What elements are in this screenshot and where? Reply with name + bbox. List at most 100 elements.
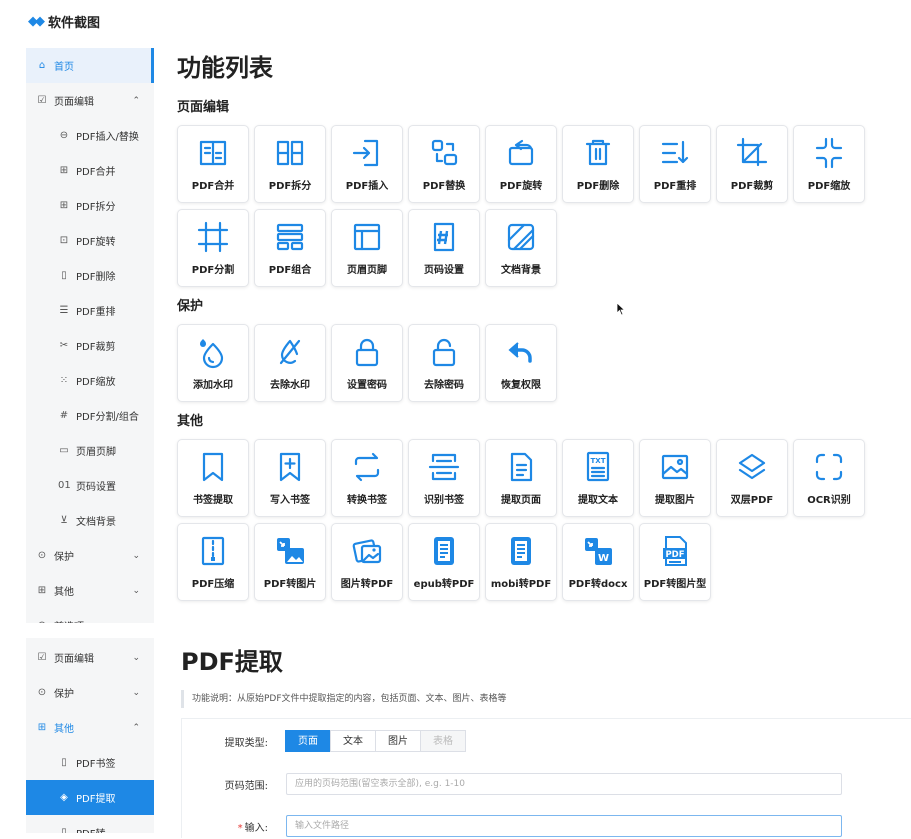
undo-icon bbox=[508, 342, 532, 363]
sidebar-item[interactable]: ⊞ 其他 ⌄ bbox=[26, 573, 154, 608]
combine-icon bbox=[276, 223, 304, 251]
function-tile[interactable]: 文档背景 bbox=[485, 209, 557, 287]
doc-icon bbox=[510, 452, 533, 482]
function-tile[interactable]: 提取图片 bbox=[639, 439, 711, 517]
bookmark-icon bbox=[202, 452, 224, 482]
sidebar-item[interactable]: ☑ 页面编辑 ⌃ bbox=[26, 83, 154, 118]
sidebar-item[interactable]: 01 页码设置 bbox=[26, 468, 154, 503]
function-tile[interactable]: PDF PDF转图片型 bbox=[639, 523, 711, 601]
hash-icon bbox=[433, 222, 455, 252]
insert-icon: ⊖ bbox=[59, 130, 69, 141]
sidebar-item-label: PDF合并 bbox=[76, 167, 116, 178]
chevron-icon: ⌄ bbox=[132, 687, 140, 698]
function-tile[interactable]: PDF删除 bbox=[562, 125, 634, 203]
function-tile[interactable]: PDF插入 bbox=[331, 125, 403, 203]
function-tile[interactable]: PDF压缩 bbox=[177, 523, 249, 601]
function-tile[interactable]: 添加水印 bbox=[177, 324, 249, 402]
tile-label: 写入书签 bbox=[270, 495, 310, 506]
tile-label: 提取文本 bbox=[578, 495, 618, 506]
function-tile[interactable]: 恢复权限 bbox=[485, 324, 557, 402]
sidebar-item[interactable]: ✂ PDF裁剪 bbox=[26, 328, 154, 363]
split-icon bbox=[276, 140, 304, 166]
function-tile[interactable]: 书签提取 bbox=[177, 439, 249, 517]
function-tile[interactable]: PDF组合 bbox=[254, 209, 326, 287]
function-tile[interactable]: 设置密码 bbox=[331, 324, 403, 402]
function-tile[interactable]: OCR识别 bbox=[793, 439, 865, 517]
function-tile[interactable]: PDF拆分 bbox=[254, 125, 326, 203]
function-tile[interactable]: PDF合并 bbox=[177, 125, 249, 203]
sidebar-item[interactable]: ▯ PDF删除 bbox=[26, 258, 154, 293]
function-tile[interactable]: 转换书签 bbox=[331, 439, 403, 517]
tile-label: 双层PDF bbox=[730, 495, 774, 506]
sidebar-item[interactable]: ⊡ PDF旋转 bbox=[26, 223, 154, 258]
sidebar-item[interactable]: ⊞ 其他 ⌃ bbox=[26, 710, 154, 745]
function-tile[interactable]: 双层PDF bbox=[716, 439, 788, 517]
function-tile[interactable]: W PDF转docx bbox=[562, 523, 634, 601]
extract-type-option[interactable]: 页面 bbox=[285, 730, 331, 752]
txt-icon: TXT bbox=[586, 451, 610, 482]
function-tile[interactable]: PDF替换 bbox=[408, 125, 480, 203]
sidebar-item[interactable]: ⊞ PDF合并 bbox=[26, 153, 154, 188]
sidebar-item[interactable]: ⊻ 文档背景 bbox=[26, 503, 154, 538]
function-description: 功能说明：从原始PDF文件中提取指定的内容，包括页面、文本、图片、表格等 bbox=[181, 690, 911, 708]
sidebar-item[interactable]: ⁙ PDF缩放 bbox=[26, 363, 154, 398]
sidebar-item[interactable]: ⊕ 首选项 bbox=[26, 608, 154, 623]
sidebar-item[interactable]: ◈ PDF提取 bbox=[26, 780, 154, 815]
app-header: ◆◆ 软件截图 bbox=[28, 12, 100, 31]
crop-icon: ✂ bbox=[59, 340, 69, 351]
extract-type-option[interactable]: 图片 bbox=[375, 730, 421, 752]
function-tile[interactable]: PDF分割 bbox=[177, 209, 249, 287]
zip-icon bbox=[201, 536, 225, 566]
sidebar-item[interactable]: ▯ PDF书签 bbox=[26, 745, 154, 780]
function-tile[interactable]: PDF缩放 bbox=[793, 125, 865, 203]
input-row: * 输入: 输入文件路径 bbox=[182, 813, 911, 839]
function-tile[interactable]: PDF转图片 bbox=[254, 523, 326, 601]
drop-icon bbox=[200, 339, 224, 369]
function-tile[interactable]: PDF旋转 bbox=[485, 125, 557, 203]
merge-icon: ⊞ bbox=[59, 165, 69, 176]
function-tile[interactable]: 页眉页脚 bbox=[331, 209, 403, 287]
extract-type-option[interactable]: 文本 bbox=[330, 730, 376, 752]
sidebar-item[interactable]: ☑ 页面编辑 ⌄ bbox=[26, 640, 154, 675]
tile-label: PDF组合 bbox=[268, 265, 312, 276]
sidebar-item[interactable]: ⊙ 保护 ⌄ bbox=[26, 538, 154, 573]
sidebar-item[interactable]: ▯ PDF转 bbox=[26, 815, 154, 833]
tile-label: PDF删除 bbox=[576, 181, 620, 192]
function-tile[interactable]: 识别书签 bbox=[408, 439, 480, 517]
chevron-icon: ⌃ bbox=[132, 722, 140, 733]
function-tile[interactable]: PDF裁剪 bbox=[716, 125, 788, 203]
home-icon: ⌂ bbox=[38, 60, 46, 71]
trash-icon bbox=[585, 139, 611, 166]
required-mark: * bbox=[237, 822, 243, 834]
page-title: 功能列表 bbox=[177, 54, 273, 82]
sidebar-item[interactable]: ⊞ PDF拆分 bbox=[26, 188, 154, 223]
edit-icon: ☑ bbox=[37, 652, 47, 663]
repeat-icon bbox=[354, 452, 380, 482]
convert-icon: ▯ bbox=[61, 827, 67, 833]
page-range-input[interactable]: 应用的页码范围(留空表示全部), e.g. 1-10 bbox=[286, 773, 842, 795]
function-tile[interactable]: 去除水印 bbox=[254, 324, 326, 402]
function-tile[interactable]: 写入书签 bbox=[254, 439, 326, 517]
sidebar-item[interactable]: ▭ 页眉页脚 bbox=[26, 433, 154, 468]
function-tile[interactable]: TXT 提取文本 bbox=[562, 439, 634, 517]
input-path-field[interactable]: 输入文件路径 bbox=[286, 815, 842, 837]
function-tile[interactable]: 提取页面 bbox=[485, 439, 557, 517]
sidebar-item-label: PDF删除 bbox=[76, 272, 116, 283]
page-range-label: 页码范围: bbox=[224, 780, 268, 792]
function-tile[interactable]: 去除密码 bbox=[408, 324, 480, 402]
sidebar-item[interactable]: ⊖ PDF插入/替换 bbox=[26, 118, 154, 153]
tile-label: 提取页面 bbox=[501, 495, 541, 506]
function-tile[interactable]: 页码设置 bbox=[408, 209, 480, 287]
function-tile[interactable]: mobi转PDF bbox=[485, 523, 557, 601]
sidebar-item-label: 页码设置 bbox=[76, 482, 116, 493]
function-tile[interactable]: PDF重排 bbox=[639, 125, 711, 203]
sidebar-item[interactable]: ⌂ 首页 bbox=[26, 48, 154, 83]
sidebar-item[interactable]: # PDF分割/组合 bbox=[26, 398, 154, 433]
sidebar-item[interactable]: ⊙ 保护 ⌄ bbox=[26, 675, 154, 710]
sidebar-item-label: 页面编辑 bbox=[54, 654, 94, 665]
function-tile[interactable]: 图片转PDF bbox=[331, 523, 403, 601]
function-tile[interactable]: epub转PDF bbox=[408, 523, 480, 601]
sidebar-item[interactable]: ☰ PDF重排 bbox=[26, 293, 154, 328]
tile-label: 识别书签 bbox=[424, 495, 464, 506]
replace-icon bbox=[431, 139, 458, 166]
